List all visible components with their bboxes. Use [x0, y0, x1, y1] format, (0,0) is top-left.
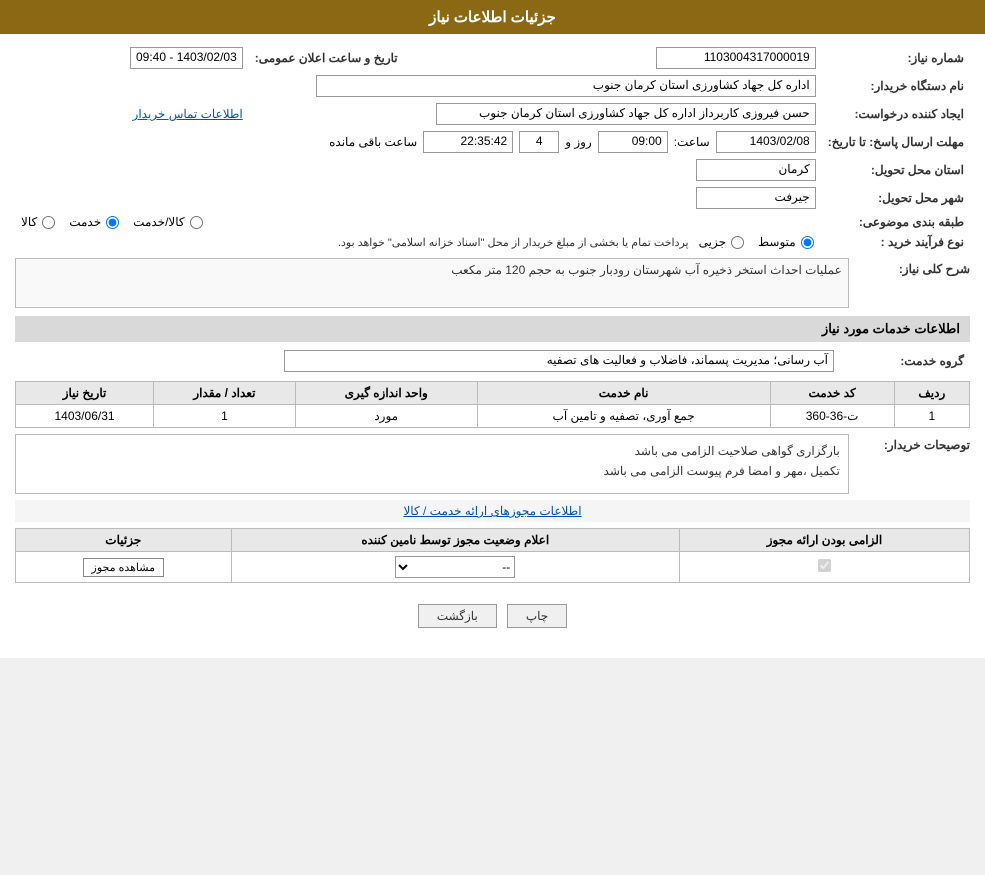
need-desc-field: عملیات احداث استخر ذخیره آب شهرستان رودب… [15, 258, 849, 308]
announce-date-field: 1403/02/03 - 09:40 [130, 47, 243, 69]
services-section-title: اطلاعات خدمات مورد نیاز [15, 316, 970, 342]
response-time-label: ساعت: [674, 135, 710, 149]
buyer-org-value: اداره کل جهاد کشاورزی استان کرمان جنوب [15, 72, 822, 100]
delivery-city-field: جیرفت [696, 187, 816, 209]
view-permit-button[interactable]: مشاهده مجوز [83, 558, 164, 577]
need-number-value: 1103004317000019 [434, 44, 822, 72]
requester-value: حسن فیروزی کاربرداز اداره کل جهاد کشاورز… [249, 100, 822, 128]
services-table: ردیف کد خدمت نام خدمت واحد اندازه گیری ت… [15, 381, 970, 428]
buyer-org-label: نام دستگاه خریدار: [822, 72, 970, 100]
category-kala-radio[interactable] [42, 216, 55, 229]
purchase-motavasset-radio[interactable] [801, 236, 814, 249]
back-button[interactable]: بازگشت [418, 604, 497, 628]
remaining-days-label: روز و [565, 135, 592, 149]
perm-col-required: الزامی بودن ارائه مجوز [679, 529, 969, 552]
col-row: ردیف [894, 382, 969, 405]
perm-col-status: اعلام وضعیت مجوز توسط نامین کننده [231, 529, 679, 552]
contact-link-cell[interactable]: اطلاعات تماس خریدار [15, 100, 249, 128]
purchase-jozi-label: جزیی [699, 235, 726, 249]
buyer-notes-line2: تکمیل ،مهر و امضا فرم پیوست الزامی می با… [24, 461, 840, 481]
table-row: 1 ت-36-360 جمع آوری، تصفیه و تامین آب مو… [16, 405, 970, 428]
cell-date: 1403/06/31 [16, 405, 154, 428]
purchase-motavasset-label: متوسط [758, 235, 796, 249]
requester-label: ایجاد کننده درخواست: [822, 100, 970, 128]
category-kala-khadamat-label: کالا/خدمت [133, 215, 184, 229]
page-header: جزئیات اطلاعات نیاز [0, 0, 985, 34]
buyer-notes-line1: بارگزاری گواهی صلاحیت الزامی می باشد [24, 441, 840, 461]
buyer-notes-field: بارگزاری گواهی صلاحیت الزامی می باشد تکم… [15, 434, 849, 494]
perm-required-cell [679, 552, 969, 583]
category-khadamat-label: خدمت [69, 215, 101, 229]
contact-link[interactable]: اطلاعات تماس خریدار [133, 107, 243, 121]
perm-details-cell[interactable]: مشاهده مجوز [16, 552, 232, 583]
category-khadamat-radio[interactable] [106, 216, 119, 229]
purchase-type-label: نوع فرآیند خرید : [822, 232, 970, 252]
response-time-field: 09:00 [598, 131, 668, 153]
bottom-buttons: چاپ بازگشت [15, 589, 970, 648]
category-kala-option[interactable]: کالا [21, 215, 57, 229]
delivery-province-label: استان محل تحویل: [822, 156, 970, 184]
announce-date-label: تاریخ و ساعت اعلان عمومی: [249, 44, 404, 72]
purchase-motavasset-option[interactable]: متوسط [758, 235, 816, 249]
purchase-note: پرداخت تمام یا بخشی از مبلغ خریدار از مح… [338, 236, 689, 249]
cell-name: جمع آوری، تصفیه و تامین آب [477, 405, 770, 428]
perm-col-details: جزئیات [16, 529, 232, 552]
purchase-jozi-radio[interactable] [731, 236, 744, 249]
delivery-city-label: شهر محل تحویل: [822, 184, 970, 212]
category-kala-khadamat-option[interactable]: کالا/خدمت [133, 215, 204, 229]
table-row: -- مشاهده مجوز [16, 552, 970, 583]
col-date: تاریخ نیاز [16, 382, 154, 405]
response-date-field: 1403/02/08 [716, 131, 816, 153]
print-button[interactable]: چاپ [507, 604, 567, 628]
perm-status-select[interactable]: -- [395, 556, 515, 578]
perm-required-checkbox [818, 559, 831, 572]
remaining-time-label: ساعت باقی مانده [329, 135, 417, 149]
col-unit: واحد اندازه گیری [295, 382, 477, 405]
remaining-days-field: 4 [519, 131, 559, 153]
requester-field: حسن فیروزی کاربرداز اداره کل جهاد کشاورز… [436, 103, 816, 125]
category-kala-label: کالا [21, 215, 37, 229]
remaining-time-field: 22:35:42 [423, 131, 513, 153]
service-group-label: گروه خدمت: [840, 347, 970, 375]
category-khadamat-option[interactable]: خدمت [69, 215, 121, 229]
perm-status-cell[interactable]: -- [231, 552, 679, 583]
need-desc-label: شرح کلی نیاز: [857, 258, 970, 276]
category-label: طبقه بندی موضوعی: [822, 212, 970, 232]
col-qty: تعداد / مقدار [154, 382, 296, 405]
announce-date-value: 1403/02/03 - 09:40 [15, 44, 249, 72]
cell-unit: مورد [295, 405, 477, 428]
delivery-province-field: کرمان [696, 159, 816, 181]
response-deadline-label: مهلت ارسال پاسخ: تا تاریخ: [822, 128, 970, 156]
col-code: کد خدمت [770, 382, 894, 405]
category-kala-khadamat-radio[interactable] [190, 216, 203, 229]
col-name: نام خدمت [477, 382, 770, 405]
cell-code: ت-36-360 [770, 405, 894, 428]
service-group-field: آب رسانی؛ مدیریت پسماند، فاضلاب و فعالیت… [284, 350, 834, 372]
need-number-field: 1103004317000019 [656, 47, 816, 69]
buyer-notes-label: توصیحات خریدار: [857, 434, 970, 452]
buyer-org-field: اداره کل جهاد کشاورزی استان کرمان جنوب [316, 75, 816, 97]
cell-row: 1 [894, 405, 969, 428]
purchase-jozi-option[interactable]: جزیی [699, 235, 746, 249]
permissions-section-link[interactable]: اطلاعات مجوزهای ارائه خدمت / کالا [15, 500, 970, 522]
cell-qty: 1 [154, 405, 296, 428]
permissions-table: الزامی بودن ارائه مجوز اعلام وضعیت مجوز … [15, 528, 970, 583]
need-number-label: شماره نیاز: [822, 44, 970, 72]
service-group-value: آب رسانی؛ مدیریت پسماند، فاضلاب و فعالیت… [15, 347, 840, 375]
